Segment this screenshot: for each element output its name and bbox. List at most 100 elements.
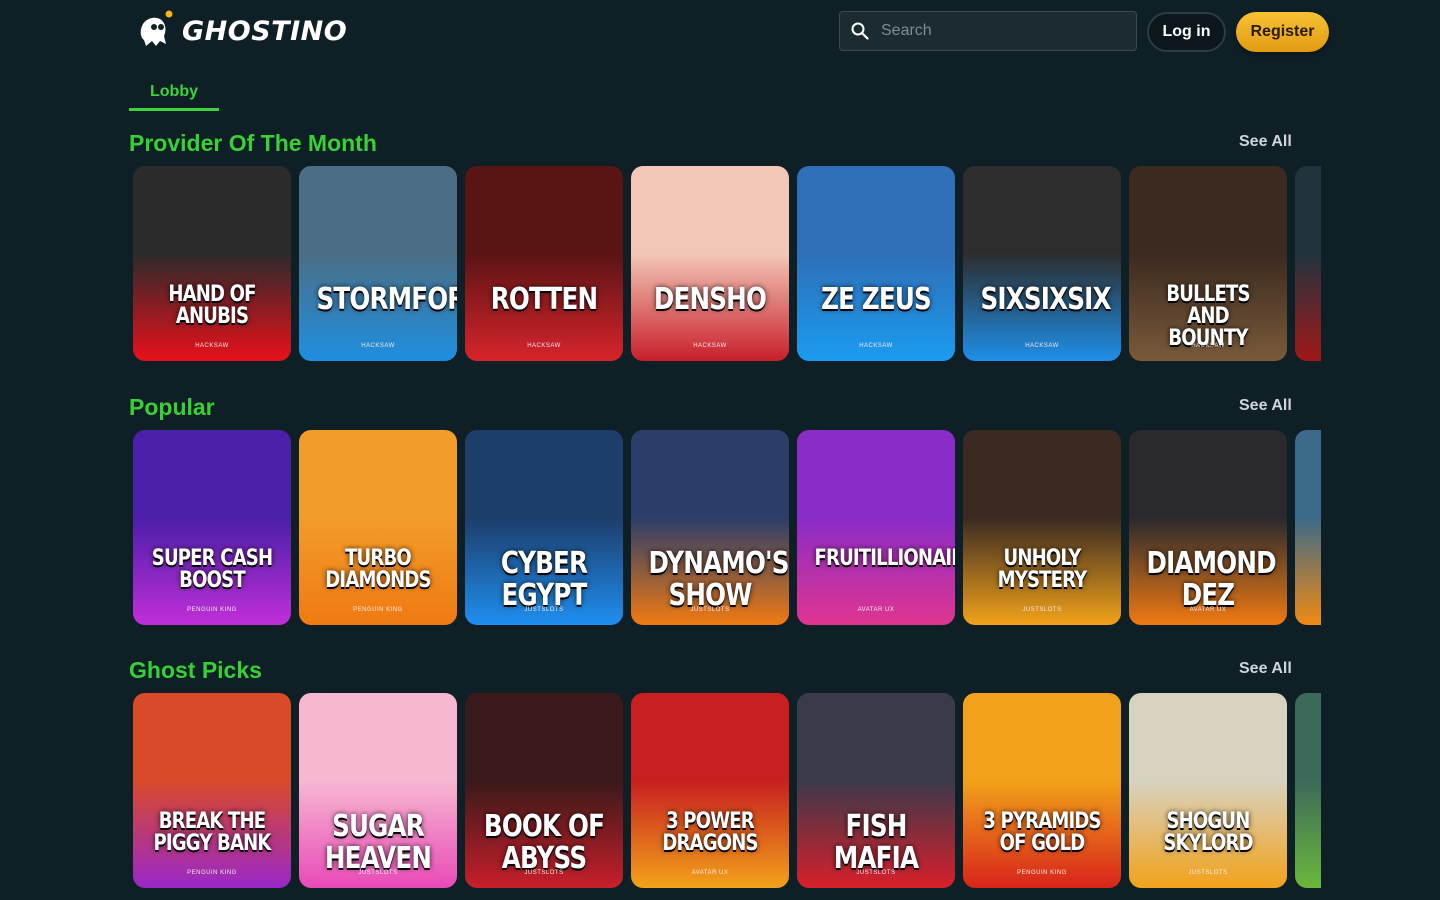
game-title: RA xyxy=(1313,548,1322,580)
game-row: SUPER CASH BOOST PENGUIN KING TURBO DIAMON… xyxy=(133,430,1321,626)
game-provider: JUSTSLOTS xyxy=(524,870,564,876)
game-title: FRUITILLIONAIRE xyxy=(814,546,956,571)
section-title: Provider Of The Month xyxy=(129,130,377,156)
game-card[interactable]: BULLETS AND BOUNTY HACKSAW xyxy=(1129,166,1287,361)
game-card[interactable]: FRUITILLIONAIRE AVATAR UX xyxy=(797,430,955,625)
game-card[interactable]: DENSHO HACKSAW xyxy=(631,166,789,361)
game-card[interactable]: B xyxy=(1295,693,1321,888)
game-title: B xyxy=(1313,811,1322,843)
game-title: UNHOLY MYSTERY xyxy=(997,546,1088,593)
game-thumbnail xyxy=(631,166,789,361)
ghostino-logo[interactable]: GHOSTINO xyxy=(136,10,347,52)
game-title: CYBER EGYPT xyxy=(500,546,588,613)
game-title: 3 POWER DRAGONS xyxy=(662,809,758,856)
game-provider: HACKSAW xyxy=(693,343,727,349)
section-title: Ghost Picks xyxy=(129,657,262,683)
see-all-link[interactable]: See All xyxy=(1239,660,1292,678)
game-provider: JUSTSLOTS xyxy=(358,870,398,876)
register-button[interactable]: Register xyxy=(1236,12,1329,52)
game-provider: AVATAR UX xyxy=(691,870,729,876)
game-provider: PENGUIN KING xyxy=(353,607,403,613)
search-input[interactable] xyxy=(879,21,1123,41)
game-provider: JUSTSLOTS xyxy=(690,607,730,613)
game-thumbnail xyxy=(1129,693,1287,888)
game-card[interactable] xyxy=(1295,166,1321,361)
game-provider: AVATAR UX xyxy=(857,607,895,613)
game-title: HAND OF ANUBIS xyxy=(168,282,256,329)
search-icon xyxy=(851,22,869,40)
game-provider: HACKSAW xyxy=(1191,343,1225,349)
game-card[interactable]: ZE ZEUS HACKSAW xyxy=(797,166,955,361)
game-card[interactable]: 3 POWER DRAGONS AVATAR UX xyxy=(631,693,789,888)
game-card[interactable]: CYBER EGYPT JUSTSLOTS xyxy=(465,430,623,625)
login-button[interactable]: Log in xyxy=(1147,12,1226,52)
game-thumbnail xyxy=(133,430,291,625)
game-provider: PENGUIN KING xyxy=(187,607,237,613)
game-card[interactable]: STORMFORGED HACKSAW xyxy=(299,166,457,361)
game-row: BREAK THE PIGGY BANK PENGUIN KING SUGAR HE… xyxy=(133,693,1321,889)
game-provider: JUSTSLOTS xyxy=(1022,607,1062,613)
see-all-link[interactable]: See All xyxy=(1239,133,1292,151)
game-title: DENSHO xyxy=(653,282,767,317)
game-thumbnail xyxy=(963,430,1121,625)
game-provider: HACKSAW xyxy=(859,343,893,349)
game-card[interactable]: DYNAMO'S SHOW JUSTSLOTS xyxy=(631,430,789,625)
game-card[interactable]: BOOK OF ABYSS JUSTSLOTS xyxy=(465,693,623,888)
game-title: BOOK OF ABYSS xyxy=(483,809,605,876)
game-title: ROTTEN xyxy=(490,282,598,317)
game-provider: JUSTSLOTS xyxy=(1188,870,1228,876)
game-title: BULLETS AND BOUNTY xyxy=(1166,282,1250,351)
see-all-link[interactable]: See All xyxy=(1239,397,1292,415)
game-card[interactable]: SIXSIXSIX HACKSAW xyxy=(963,166,1121,361)
game-card[interactable]: FISH MAFIA JUSTSLOTS xyxy=(797,693,955,888)
game-thumbnail xyxy=(797,166,955,361)
game-title: SIXSIXSIX xyxy=(980,282,1112,317)
game-card[interactable]: TURBO DIAMONDS PENGUIN KING xyxy=(299,430,457,625)
game-thumbnail xyxy=(631,693,789,888)
game-card[interactable]: 3 PYRAMIDS OF GOLD PENGUIN KING xyxy=(963,693,1121,888)
game-title: SHOGUN SKYLORD xyxy=(1163,809,1253,856)
game-card[interactable]: SHOGUN SKYLORD JUSTSLOTS xyxy=(1129,693,1287,888)
game-card[interactable]: HAND OF ANUBIS HACKSAW xyxy=(133,166,291,361)
search-box[interactable] xyxy=(839,11,1137,51)
game-row: HAND OF ANUBIS HACKSAW STORMFORGED HACKSAW R… xyxy=(133,166,1321,362)
game-card[interactable]: ROTTEN HACKSAW xyxy=(465,166,623,361)
game-card[interactable]: SUPER CASH BOOST PENGUIN KING xyxy=(133,430,291,625)
game-thumbnail xyxy=(797,430,955,625)
game-thumbnail xyxy=(133,166,291,361)
game-thumbnail xyxy=(299,166,457,361)
game-thumbnail xyxy=(963,693,1121,888)
game-thumbnail xyxy=(1295,693,1321,888)
top-header: GHOSTINO Log in Register xyxy=(0,0,1440,64)
game-thumbnail xyxy=(1295,430,1321,625)
game-provider: HACKSAW xyxy=(195,343,229,349)
game-title: STORMFORGED xyxy=(316,282,458,317)
game-thumbnail xyxy=(133,693,291,888)
game-provider: PENGUIN KING xyxy=(1017,870,1067,876)
brand-name: GHOSTINO xyxy=(182,15,348,47)
game-provider: AVATAR UX xyxy=(1189,607,1227,613)
game-title: ZE ZEUS xyxy=(821,282,932,317)
game-title: DIAMOND DEZ xyxy=(1146,546,1277,613)
game-title: TURBO DIAMONDS xyxy=(325,546,431,593)
game-title: BREAK THE PIGGY BANK xyxy=(153,809,271,856)
game-thumbnail xyxy=(465,166,623,361)
game-thumbnail xyxy=(299,430,457,625)
game-title: FISH MAFIA xyxy=(833,809,919,876)
game-card[interactable]: BREAK THE PIGGY BANK PENGUIN KING xyxy=(133,693,291,888)
game-provider: PENGUIN KING xyxy=(187,870,237,876)
game-provider: HACKSAW xyxy=(1025,343,1059,349)
game-card[interactable]: UNHOLY MYSTERY JUSTSLOTS xyxy=(963,430,1121,625)
tab-lobby[interactable]: Lobby xyxy=(129,79,219,111)
game-title: SUPER CASH BOOST xyxy=(151,546,273,593)
game-title: SUGAR HEAVEN xyxy=(324,809,432,876)
game-card[interactable]: DIAMOND DEZ AVATAR UX xyxy=(1129,430,1287,625)
game-card[interactable]: SUGAR HEAVEN JUSTSLOTS xyxy=(299,693,457,888)
game-card[interactable]: RA xyxy=(1295,430,1321,625)
game-title: DYNAMO'S SHOW xyxy=(648,546,790,613)
ghost-icon xyxy=(136,10,176,52)
game-provider: HACKSAW xyxy=(361,343,395,349)
game-thumbnail xyxy=(963,166,1121,361)
section-title: Popular xyxy=(129,394,215,420)
game-thumbnail xyxy=(1295,166,1321,361)
